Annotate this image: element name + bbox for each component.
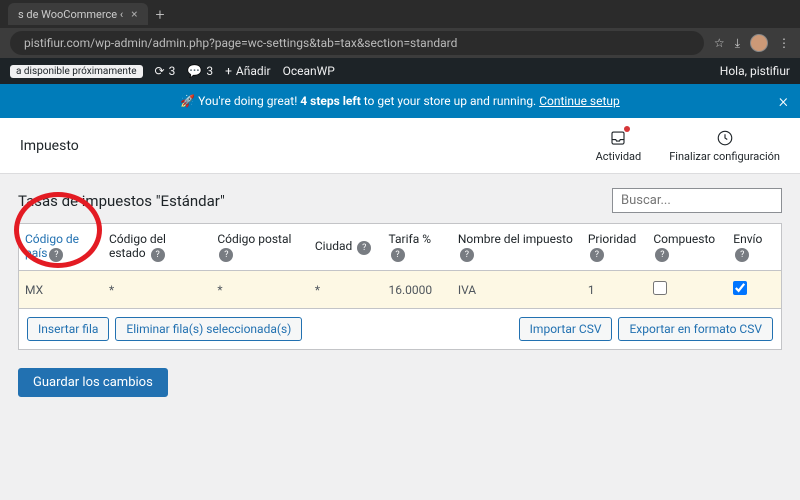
tax-rates-table: Código de país? Código del estado ? Códi…	[18, 223, 782, 309]
save-button[interactable]: Guardar los cambios	[18, 368, 168, 397]
search-input[interactable]	[612, 188, 782, 213]
col-priority: Prioridad	[588, 232, 636, 246]
help-icon[interactable]: ?	[735, 248, 749, 262]
wp-admin-bar: a disponible próximamente ⟳ 3 💬 3 + Añad…	[0, 58, 800, 84]
comments-count: 3	[206, 64, 213, 78]
menu-icon[interactable]: ⋮	[778, 36, 790, 50]
content-area: Tasas de impuestos "Estándar" Código de …	[0, 174, 800, 411]
help-icon[interactable]: ?	[219, 248, 233, 262]
help-icon[interactable]: ?	[590, 248, 604, 262]
add-new-menu[interactable]: + Añadir	[225, 64, 271, 78]
col-shipping: Envío	[733, 232, 762, 246]
page-title: Impuesto	[20, 138, 79, 154]
insert-row-button[interactable]: Insertar fila	[27, 317, 109, 341]
page-subheader: Impuesto Actividad Finalizar configuraci…	[0, 118, 800, 174]
compound-checkbox[interactable]	[653, 281, 667, 295]
col-name: Nombre del impuesto	[458, 232, 573, 246]
cell-state[interactable]: *	[103, 271, 211, 309]
updates-count: 3	[169, 64, 176, 78]
plus-icon: +	[225, 64, 232, 78]
browser-actions: ☆ ⤓ ⋮	[714, 34, 790, 52]
help-icon[interactable]: ?	[49, 248, 63, 262]
finalize-button[interactable]: Finalizar configuración	[669, 128, 780, 163]
cell-rate[interactable]: 16.0000	[383, 271, 452, 309]
browser-url-bar: pistifiur.com/wp-admin/admin.php?page=wc…	[0, 28, 800, 58]
tab-title: s de WooCommerce ‹	[18, 8, 123, 21]
help-icon[interactable]: ?	[460, 248, 474, 262]
comments-menu[interactable]: 💬 3	[187, 64, 213, 78]
table-actions-bar: Insertar fila Eliminar fila(s) seleccion…	[18, 309, 782, 350]
cell-shipping[interactable]	[727, 271, 781, 309]
col-postal: Código postal	[217, 232, 291, 246]
browser-tab[interactable]: s de WooCommerce ‹ ×	[8, 3, 148, 25]
shipping-checkbox[interactable]	[733, 281, 747, 295]
table-row[interactable]: MX * * * 16.0000 IVA 1	[19, 271, 782, 309]
activity-button[interactable]: Actividad	[596, 128, 642, 163]
continue-setup-link[interactable]: Continue setup	[539, 94, 620, 108]
cell-priority[interactable]: 1	[582, 271, 648, 309]
coming-soon-badge: a disponible próximamente	[10, 65, 143, 78]
inbox-icon	[608, 128, 628, 148]
cell-name[interactable]: IVA	[452, 271, 582, 309]
browser-tab-bar: s de WooCommerce ‹ × +	[0, 0, 800, 28]
col-rate: Tarifa %	[389, 232, 431, 246]
new-tab-button[interactable]: +	[156, 5, 165, 24]
star-icon[interactable]: ☆	[714, 36, 725, 50]
cell-city[interactable]: *	[309, 271, 383, 309]
import-csv-button[interactable]: Importar CSV	[519, 317, 613, 341]
section-title: Tasas de impuestos "Estándar"	[18, 192, 225, 210]
add-new-label: Añadir	[236, 64, 271, 78]
banner-text: 🚀 You're doing great! 4 steps left to ge…	[180, 94, 620, 108]
close-icon[interactable]: ×	[779, 91, 788, 112]
greeting-text[interactable]: Hola, pistifiur	[720, 64, 790, 78]
close-icon[interactable]: ×	[131, 7, 137, 21]
theme-menu[interactable]: OceanWP	[283, 64, 335, 78]
export-csv-button[interactable]: Exportar en formato CSV	[618, 317, 773, 341]
download-icon[interactable]: ⤓	[735, 36, 740, 51]
profile-avatar[interactable]	[750, 34, 768, 52]
notification-dot	[624, 126, 630, 132]
activity-label: Actividad	[596, 150, 642, 163]
delete-row-button[interactable]: Eliminar fila(s) seleccionada(s)	[115, 317, 302, 341]
help-icon[interactable]: ?	[655, 248, 669, 262]
cell-country[interactable]: MX	[19, 271, 104, 309]
refresh-icon: ⟳	[155, 64, 165, 78]
cell-postal[interactable]: *	[211, 271, 309, 309]
comment-icon: 💬	[187, 64, 202, 78]
setup-banner: 🚀 You're doing great! 4 steps left to ge…	[0, 84, 800, 118]
clock-icon	[715, 128, 735, 148]
col-compound: Compuesto	[653, 232, 715, 246]
help-icon[interactable]: ?	[151, 248, 165, 262]
help-icon[interactable]: ?	[391, 248, 405, 262]
updates-menu[interactable]: ⟳ 3	[155, 64, 176, 78]
col-city: Ciudad	[315, 239, 352, 253]
help-icon[interactable]: ?	[357, 241, 371, 255]
cell-compound[interactable]	[647, 271, 727, 309]
url-field[interactable]: pistifiur.com/wp-admin/admin.php?page=wc…	[10, 31, 704, 55]
finalize-label: Finalizar configuración	[669, 150, 780, 163]
